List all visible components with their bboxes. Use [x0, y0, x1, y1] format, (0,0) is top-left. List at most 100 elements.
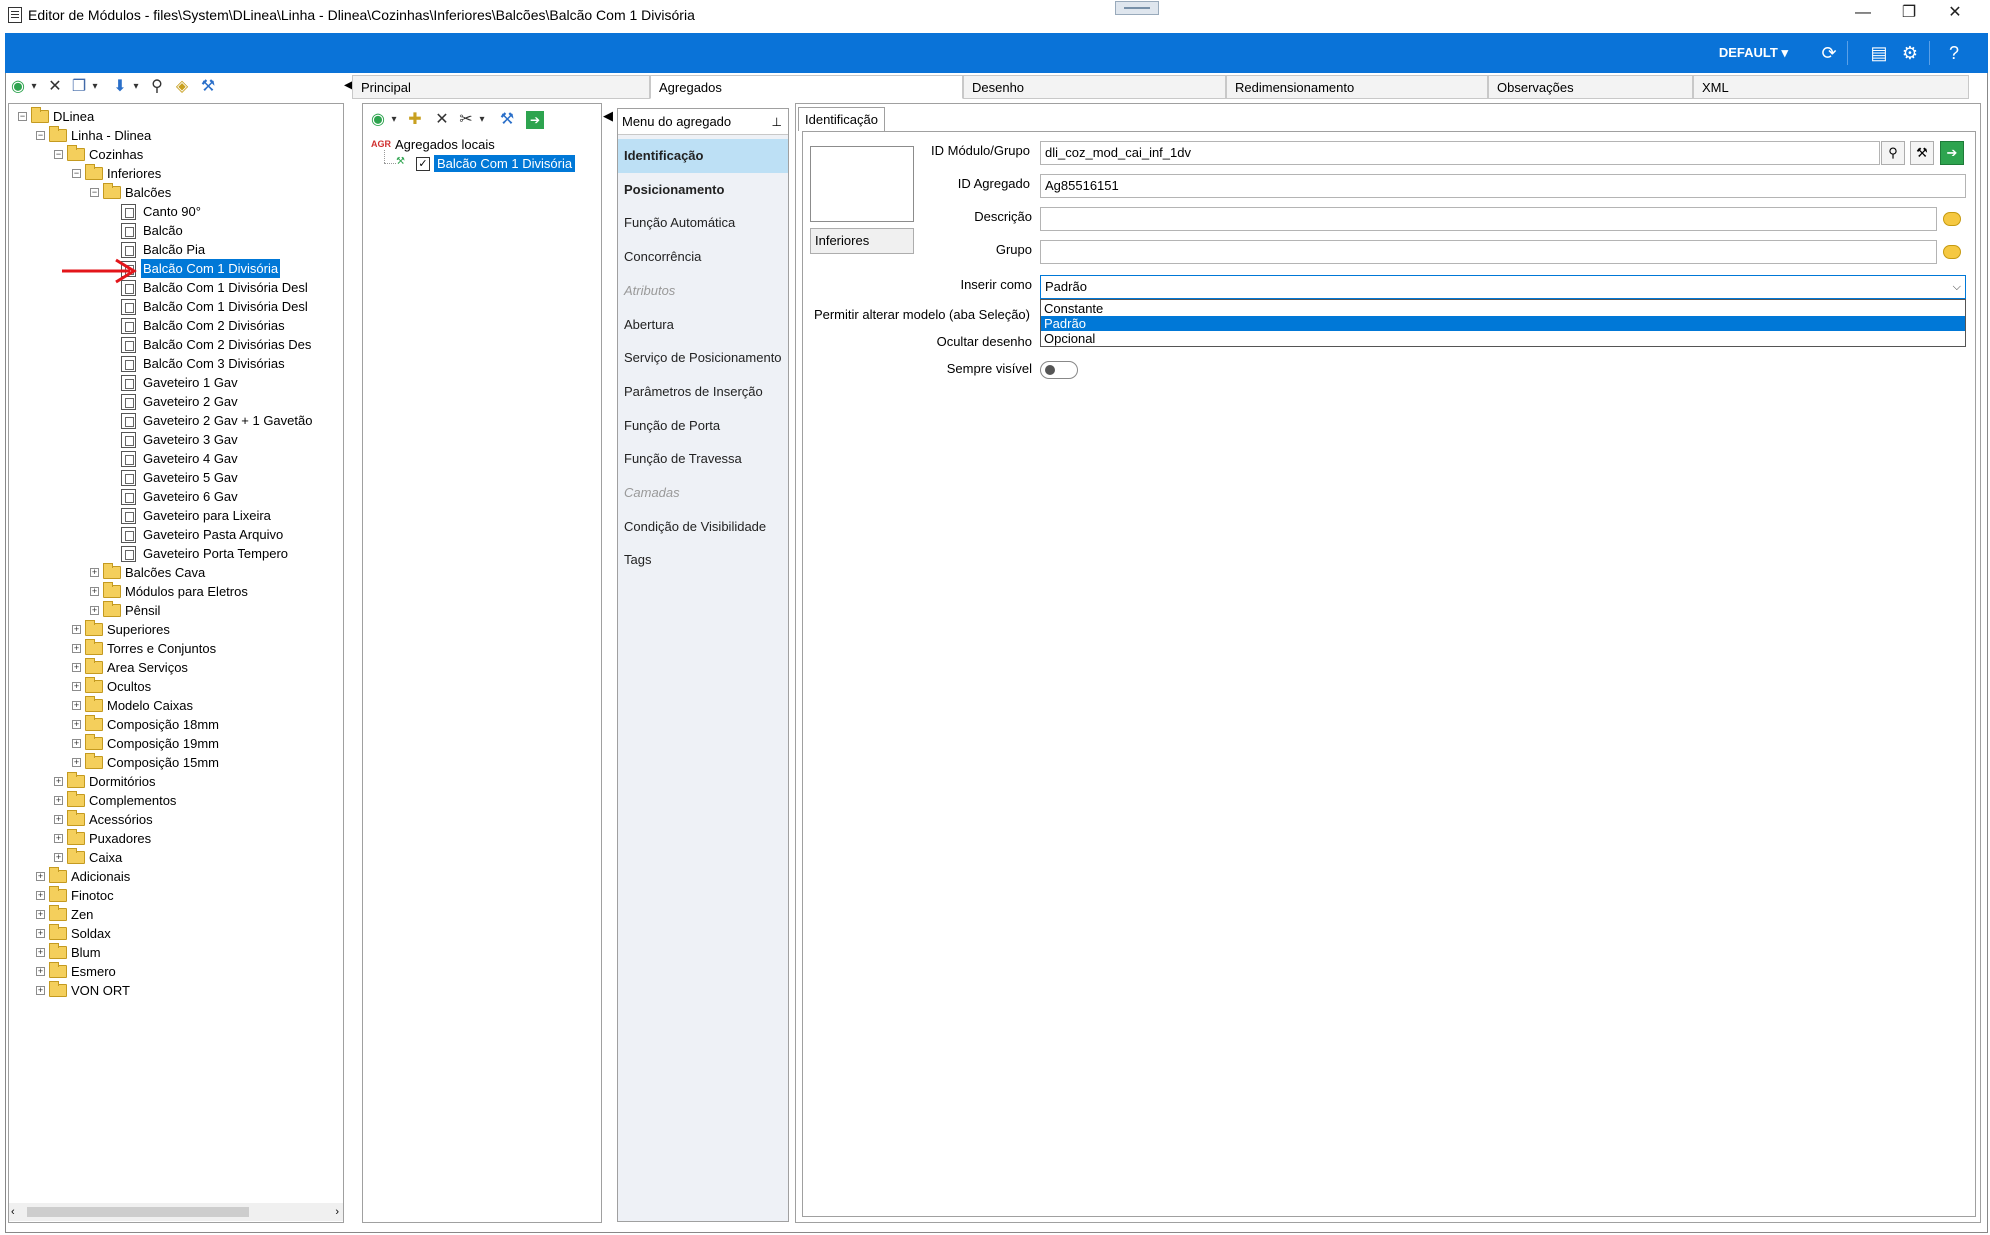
tab-agregados[interactable]: Agregados: [650, 75, 963, 99]
panel-icon[interactable]: ▤: [1867, 41, 1891, 65]
tree-item-label[interactable]: Cozinhas: [87, 145, 145, 164]
menu-item[interactable]: Função de Travessa: [618, 442, 788, 476]
tree-item-label[interactable]: Balcão Com 2 Divisórias: [141, 316, 287, 335]
menu-item[interactable]: Função de Porta: [618, 409, 788, 443]
tree-item-label[interactable]: Composição 19mm: [105, 734, 221, 753]
tree-item-label[interactable]: Composição 18mm: [105, 715, 221, 734]
grupo-input[interactable]: [1040, 240, 1937, 264]
collapse-icon[interactable]: −: [72, 169, 81, 178]
tree-item-label[interactable]: Balcão Com 1 Divisória Desl: [141, 297, 310, 316]
tree-item-label[interactable]: Módulos para Eletros: [123, 582, 250, 601]
copy-icon[interactable]: ❐: [69, 76, 89, 98]
tree-item-label[interactable]: Modelo Caixas: [105, 696, 195, 715]
chevron-down-icon[interactable]: ⌵: [1953, 276, 1961, 298]
dropdown-option[interactable]: Constante: [1041, 301, 1965, 316]
tree-item-label[interactable]: Balcão Com 1 Divisória: [141, 259, 281, 278]
tree-item-label[interactable]: Gaveteiro Pasta Arquivo: [141, 525, 285, 544]
inserir-como-select[interactable]: Padrão ⌵: [1040, 275, 1966, 299]
move-dropdown-icon[interactable]: ▾: [131, 76, 141, 98]
agg-export-icon[interactable]: ➔: [526, 111, 544, 129]
dropdown-option[interactable]: Padrão: [1041, 316, 1965, 331]
tree-item-label[interactable]: Balcões Cava: [123, 563, 207, 582]
tab-desenho[interactable]: Desenho: [963, 75, 1226, 99]
settings-icon[interactable]: ⚙: [1898, 41, 1922, 65]
tree-item-label[interactable]: Gaveteiro 2 Gav + 1 Gavetão: [141, 411, 314, 430]
tree-item-label[interactable]: Dormitórios: [87, 772, 157, 791]
menu-item[interactable]: Concorrência: [618, 240, 788, 274]
menu-item[interactable]: Condição de Visibilidade: [618, 510, 788, 544]
tree-item-label[interactable]: Balcão Com 3 Divisórias: [141, 354, 287, 373]
agg-delete-icon[interactable]: ✕: [432, 109, 452, 131]
agg-cut-icon[interactable]: ✂: [456, 109, 476, 131]
title-grab-handle[interactable]: [1115, 1, 1159, 15]
binoculars-icon[interactable]: ⚲: [1881, 141, 1905, 165]
tree-item-label[interactable]: Esmero: [69, 962, 118, 981]
menu-item[interactable]: Posicionamento: [618, 173, 788, 207]
tree-item-label[interactable]: Soldax: [69, 924, 113, 943]
refresh-icon[interactable]: ⟳: [1817, 41, 1841, 65]
expand-icon[interactable]: +: [36, 891, 45, 900]
close-button[interactable]: ✕: [1932, 0, 1978, 28]
tree-item-label[interactable]: Gaveteiro 3 Gav: [141, 430, 240, 449]
agg-cut-dropdown-icon[interactable]: ▾: [477, 109, 487, 131]
expand-icon[interactable]: +: [36, 872, 45, 881]
menu-item[interactable]: Serviço de Posicionamento: [618, 341, 788, 375]
tree-item-label[interactable]: Zen: [69, 905, 95, 924]
tree-item-label[interactable]: VON ORT: [69, 981, 132, 1000]
tree-item-label[interactable]: Canto 90°: [141, 202, 203, 221]
folder-refresh-icon[interactable]: ◈: [172, 76, 192, 98]
tab-redimensionamento[interactable]: Redimensionamento: [1226, 75, 1488, 99]
collapse-icon[interactable]: −: [36, 131, 45, 140]
tree-item-label[interactable]: Gaveteiro para Lixeira: [141, 506, 273, 525]
back-dropdown-icon[interactable]: ▾: [29, 76, 39, 98]
agg-back-icon[interactable]: ◉: [368, 109, 388, 131]
tree-item-label[interactable]: Gaveteiro 1 Gav: [141, 373, 240, 392]
expand-icon[interactable]: +: [72, 720, 81, 729]
tab-xml[interactable]: XML: [1693, 75, 1969, 99]
help-icon[interactable]: ?: [1942, 41, 1966, 65]
expand-icon[interactable]: +: [54, 777, 63, 786]
id-agregado-input[interactable]: Ag85516151: [1040, 174, 1966, 198]
restore-button[interactable]: ❐: [1886, 0, 1932, 28]
aggregates-root[interactable]: Agregados locais: [395, 137, 495, 152]
tree-item-label[interactable]: Blum: [69, 943, 103, 962]
expand-icon[interactable]: +: [90, 568, 99, 577]
expand-icon[interactable]: +: [36, 910, 45, 919]
pin-icon[interactable]: ⊥: [772, 109, 782, 135]
expand-icon[interactable]: +: [72, 625, 81, 634]
expand-icon[interactable]: +: [54, 834, 63, 843]
collapse-icon[interactable]: −: [90, 188, 99, 197]
agg-tools-icon[interactable]: ⚒: [497, 109, 517, 131]
expand-icon[interactable]: +: [90, 606, 99, 615]
descricao-input[interactable]: [1040, 207, 1937, 231]
scrollbar-thumb[interactable]: [27, 1207, 249, 1217]
tree-item-label[interactable]: Inferiores: [105, 164, 163, 183]
agg-back-dropdown-icon[interactable]: ▾: [389, 109, 399, 131]
tree-item-label[interactable]: Area Serviços: [105, 658, 190, 677]
tree-item-label[interactable]: Gaveteiro 6 Gav: [141, 487, 240, 506]
tree-item-label[interactable]: Pênsil: [123, 601, 162, 620]
tab-observacoes[interactable]: Observações: [1488, 75, 1693, 99]
tree-item-label[interactable]: Ocultos: [105, 677, 153, 696]
tree-item-label[interactable]: Linha - Dlinea: [69, 126, 153, 145]
back-icon[interactable]: ◉: [8, 76, 28, 98]
tab-principal[interactable]: Principal: [352, 75, 650, 99]
tools-icon[interactable]: ⚒: [198, 76, 218, 98]
expand-icon[interactable]: +: [72, 739, 81, 748]
expand-icon[interactable]: +: [72, 663, 81, 672]
menu-item[interactable]: Identificação: [618, 139, 788, 173]
expand-icon[interactable]: +: [36, 967, 45, 976]
tree-item-label[interactable]: Acessórios: [87, 810, 155, 829]
tree-item-label[interactable]: Complementos: [87, 791, 178, 810]
tree-item-label[interactable]: Caixa: [87, 848, 124, 867]
expand-icon[interactable]: +: [54, 815, 63, 824]
tree-item-label[interactable]: Balcão Pia: [141, 240, 207, 259]
expand-icon[interactable]: +: [54, 853, 63, 862]
expand-icon[interactable]: +: [36, 929, 45, 938]
collapse-aggregates-icon[interactable]: ◀: [603, 108, 613, 124]
tree-item-label[interactable]: Gaveteiro 5 Gav: [141, 468, 240, 487]
expand-icon[interactable]: +: [72, 701, 81, 710]
sempre-visivel-toggle[interactable]: [1040, 361, 1078, 379]
expand-icon[interactable]: +: [36, 986, 45, 995]
search-icon[interactable]: ⚲: [147, 76, 167, 98]
